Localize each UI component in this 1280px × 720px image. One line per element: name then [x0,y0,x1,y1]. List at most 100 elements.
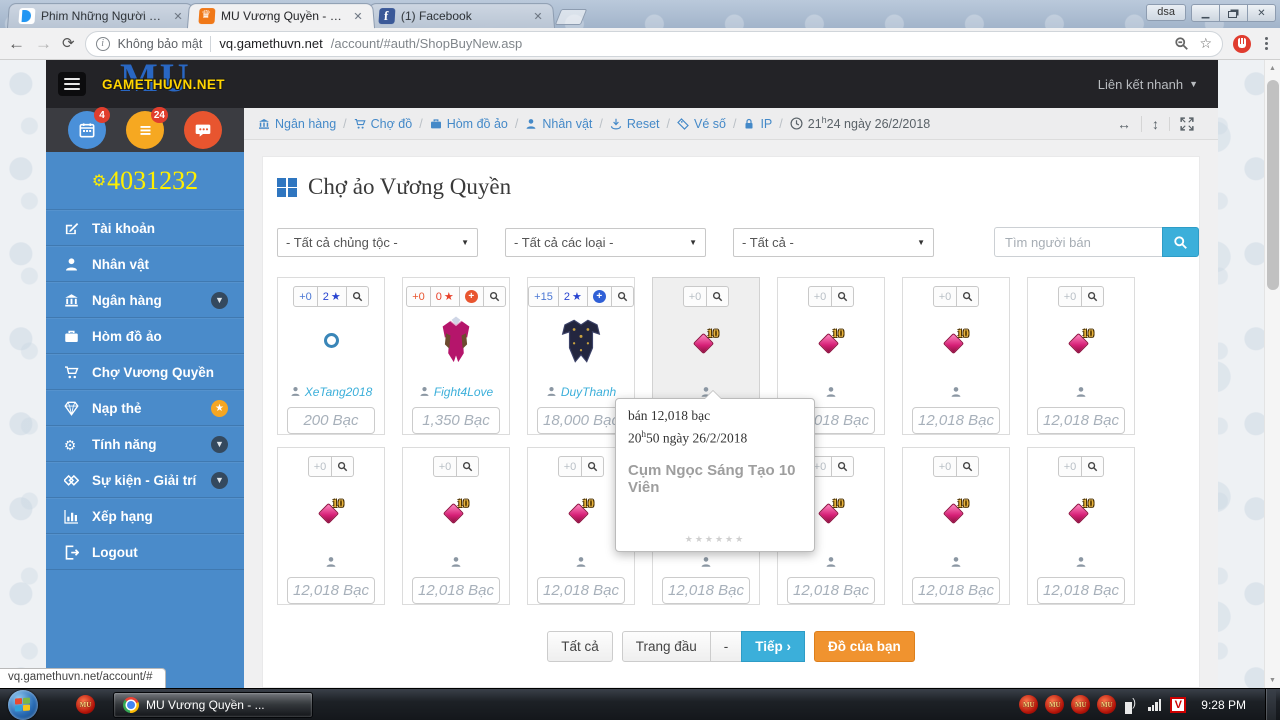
forward-icon[interactable]: → [35,35,52,52]
sidebar-item-su-kien-giai-tri[interactable]: Sự kiện - Giải trí▼ [46,462,244,498]
magnify-button[interactable] [831,456,854,477]
race-filter-select[interactable]: - Tất cả chủng tộc - [277,228,478,257]
site-logo[interactable]: MU GAMETHUVN.NET [102,64,252,104]
mu-tray-icon[interactable]: MU [1097,695,1116,714]
page-info-icon[interactable]: i [96,37,110,51]
browser-tab[interactable]: Phim Những Người Thừa✕ [7,3,195,28]
type-filter-select[interactable]: - Tất cả các loại - [505,228,706,257]
seller-link[interactable]: XeTang2018 [290,384,373,399]
breadcrumb-link[interactable]: Hòm đồ ảo [430,117,508,131]
back-icon[interactable]: ← [8,35,25,52]
seller-link[interactable]: DuyThanh [546,384,616,399]
magnify-button[interactable] [346,286,369,307]
item-card[interactable]: +01012,018 Bạc [402,447,510,605]
upgrade-badge[interactable]: +0 [1058,456,1083,477]
network-icon[interactable] [1148,699,1161,711]
next-page-button[interactable]: Tiếp › [741,631,805,662]
upgrade-badge[interactable]: +0 [308,456,333,477]
mu-tray-icon[interactable]: MU [1019,695,1038,714]
star-badge[interactable]: 0 ★ [430,286,460,307]
upgrade-badge[interactable]: +0 [293,286,318,307]
taskbar-window-button[interactable]: MU Vương Quyền - ... [113,692,313,718]
mu-tray-icon[interactable]: MU [1045,695,1064,714]
sidebar-item-ngan-hang[interactable]: Ngân hàng▼ [46,282,244,318]
star-badge[interactable]: 2 ★ [558,286,588,307]
magnify-button[interactable] [956,456,979,477]
first-page-button[interactable]: Trang đầu [622,631,711,662]
magnify-button[interactable] [1081,286,1104,307]
upgrade-badge[interactable]: +0 [933,456,958,477]
item-card[interactable]: +01012,018 Bạc [902,447,1010,605]
zoom-icon[interactable] [1174,36,1189,51]
quick-links-dropdown[interactable]: Liên kết nhanh ▼ [1098,77,1198,92]
scroll-down-icon[interactable]: ▼ [1265,672,1280,688]
magnify-button[interactable] [456,456,479,477]
sidebar-item-tai-khoan[interactable]: Tài khoản [46,210,244,246]
breadcrumb-link[interactable]: IP [743,117,772,131]
seller-link[interactable]: Fight4Love [419,384,493,399]
magnify-button[interactable] [956,286,979,307]
upgrade-badge[interactable]: +0 [683,286,708,307]
mu-app-icon[interactable]: MU [76,695,95,714]
item-card[interactable]: +00 ★+Fight4Love1,350 Bạc [402,277,510,435]
scrollbar-thumb[interactable] [1267,80,1279,290]
address-bar[interactable]: i Không bảo mật vq.gamethuvn.net/account… [85,31,1223,57]
magnify-button[interactable] [331,456,354,477]
item-card[interactable]: +01012,018 Bạc [1027,277,1135,435]
adblock-icon[interactable] [1233,35,1251,53]
bookmark-star-icon[interactable]: ☆ [1199,35,1212,52]
upgrade-badge[interactable]: +0 [933,286,958,307]
upgrade-badge[interactable]: +15 [528,286,559,307]
taskbar-clock[interactable]: 9:28 PM [1195,698,1256,712]
reload-icon[interactable]: ⟳ [62,36,75,51]
search-button[interactable] [1162,227,1199,257]
calendar-button[interactable]: 4 [68,111,106,149]
fullscreen-icon[interactable] [1169,117,1204,131]
vertical-resize-icon[interactable]: ↕ [1141,116,1169,132]
magnify-button[interactable] [831,286,854,307]
breadcrumb-link[interactable]: Vé số [677,117,726,131]
horizontal-resize-icon[interactable]: ↔ [1107,116,1141,132]
browser-menu-icon[interactable] [1261,37,1272,50]
magnify-button[interactable] [611,286,634,307]
all-pages-button[interactable]: Tất cả [547,631,613,662]
input-method-icon[interactable]: V [1170,697,1186,713]
show-desktop-button[interactable] [1265,689,1276,720]
breadcrumb-link[interactable]: Ngân hàng [258,117,336,131]
scroll-up-icon[interactable]: ▲ [1265,60,1280,76]
sidebar-item-logout[interactable]: Logout [46,534,244,570]
mu-tray-icon[interactable]: MU [1071,695,1090,714]
tab-close-icon[interactable]: ✕ [351,9,366,23]
magnify-button[interactable] [706,286,729,307]
sidebar-item-nap-the[interactable]: Nạp thẻ★ [46,390,244,426]
add-button[interactable]: + [459,286,484,307]
magnify-button[interactable] [483,286,506,307]
start-button[interactable] [8,690,38,720]
browser-tab[interactable]: (1) Facebook✕ [367,3,555,28]
current-page-button[interactable]: - [710,631,743,662]
messages-button[interactable]: 24 [126,111,164,149]
breadcrumb-link[interactable]: Chợ đồ [354,117,413,131]
chat-button[interactable] [184,111,222,149]
upgrade-badge[interactable]: +0 [558,456,583,477]
new-tab-button[interactable] [555,9,587,25]
magnify-button[interactable] [581,456,604,477]
all-filter-select[interactable]: - Tất cả - [733,228,934,257]
browser-profile-button[interactable]: dsa [1146,4,1186,21]
sidebar-item-cho-vuong-quyen[interactable]: Chợ Vương Quyền [46,354,244,390]
add-button[interactable]: + [587,286,612,307]
upgrade-badge[interactable]: +0 [808,286,833,307]
sidebar-item-xep-hang[interactable]: Xếp hạng [46,498,244,534]
magnify-button[interactable] [1081,456,1104,477]
maximize-button[interactable] [1219,4,1248,22]
item-card[interactable]: +02 ★XeTang2018200 Bạc [277,277,385,435]
tab-close-icon[interactable]: ✕ [531,9,546,23]
breadcrumb-link[interactable]: Nhân vật [525,117,592,131]
star-badge[interactable]: 2 ★ [317,286,347,307]
breadcrumb-link[interactable]: Reset [610,117,660,131]
item-card[interactable]: +01012,018 Bạc [1027,447,1135,605]
sidebar-item-nhan-vat[interactable]: Nhân vật [46,246,244,282]
upgrade-badge[interactable]: +0 [433,456,458,477]
your-items-button[interactable]: Đồ của bạn [814,631,915,662]
volume-icon[interactable] [1125,699,1139,711]
